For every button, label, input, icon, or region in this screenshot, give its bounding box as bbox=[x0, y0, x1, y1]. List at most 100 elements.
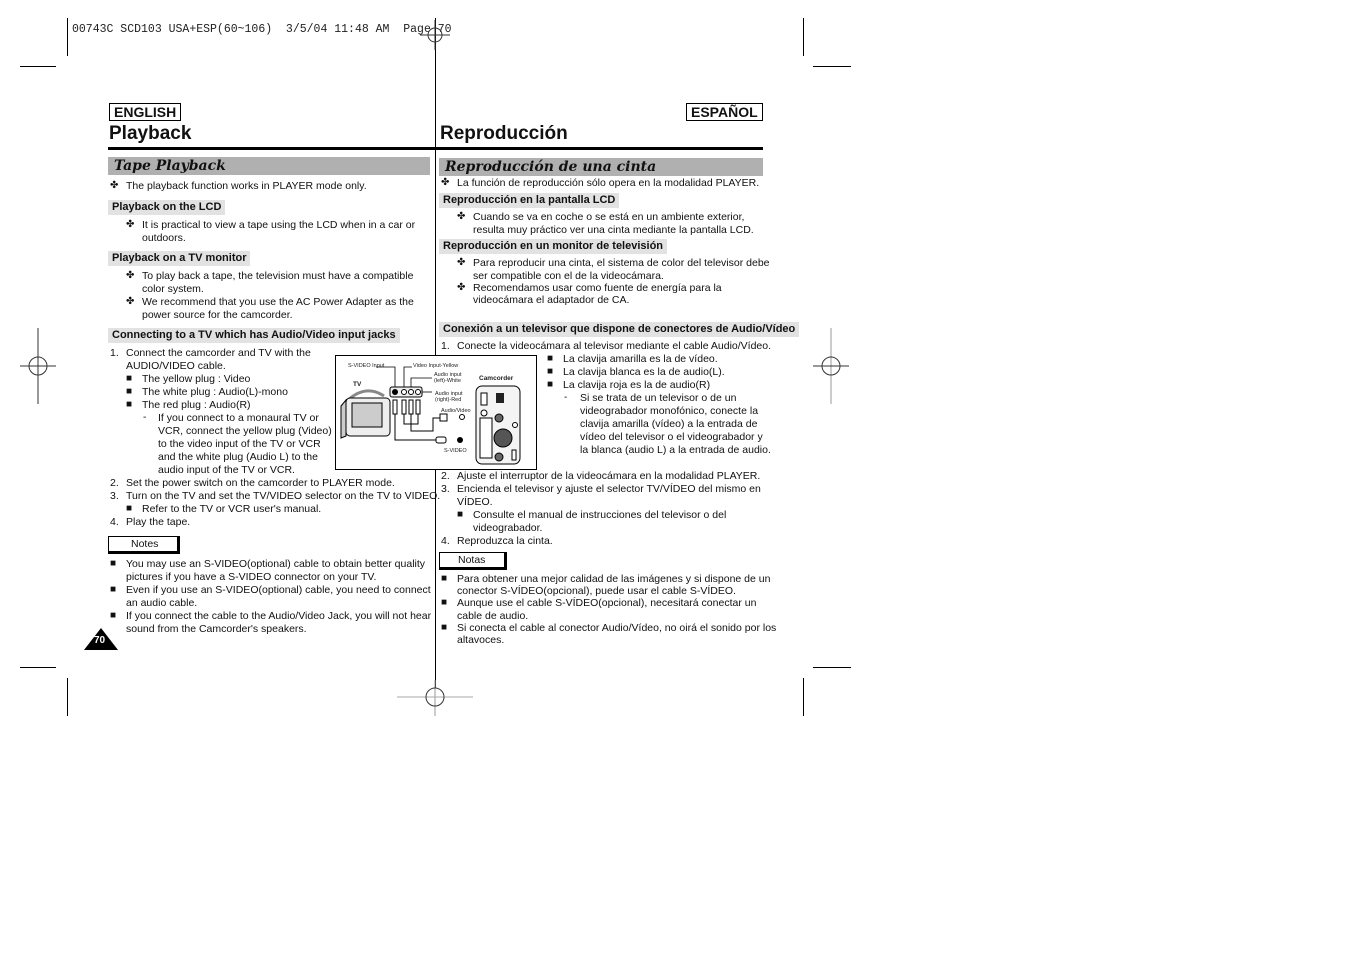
mono-note: Si se trata de un televisor o de un bbox=[580, 392, 737, 404]
body-text: Cuando se va en coche o se está en un am… bbox=[473, 211, 745, 223]
mono-note: la blanca (audio L) a la entrada de audi… bbox=[580, 444, 771, 456]
intro-text: La función de reproducción sólo opera en… bbox=[457, 177, 760, 189]
svideo-label: S-VIDEO bbox=[444, 448, 467, 454]
square-bullet-icon: ■ bbox=[547, 353, 554, 364]
note-text: If you connect the cable to the Audio/Vi… bbox=[126, 610, 432, 622]
section-title-espanol: Reproducción de una cinta bbox=[439, 158, 763, 176]
square-bullet-icon: ■ bbox=[110, 558, 117, 569]
step-number: 2. bbox=[441, 470, 450, 482]
svideo-jack-icon bbox=[392, 389, 398, 395]
square-bullet-icon: ■ bbox=[547, 366, 554, 377]
mono-note: If you connect to a monaural TV or bbox=[158, 412, 319, 424]
step-text: Connect the camcorder and TV with the bbox=[126, 347, 311, 359]
crop-mark bbox=[813, 66, 851, 67]
mono-note: videograbador monofónico, conecte la bbox=[580, 405, 759, 417]
tv-icon bbox=[340, 389, 391, 439]
subsection-title: Conexión a un televisor que dispone de c… bbox=[439, 322, 800, 337]
audio-left-label: Audio input (left)-White bbox=[434, 372, 462, 384]
mono-note: audio input of the TV or VCR. bbox=[158, 464, 295, 476]
registration-mark-icon bbox=[420, 20, 450, 50]
step-text: VÍDEO. bbox=[457, 496, 493, 508]
connection-diagram: S-VIDEO Input Video Input-Yellow Audio i… bbox=[335, 355, 537, 470]
note-text: Si conecta el cable al conector Audio/Ví… bbox=[457, 622, 777, 634]
page-title-english: Playback bbox=[109, 123, 192, 144]
registration-mark-icon bbox=[20, 328, 56, 404]
tv-label: TV bbox=[353, 381, 362, 388]
body-text: color system. bbox=[142, 283, 204, 295]
step-number: 4. bbox=[441, 535, 450, 547]
note-text: You may use an S-VIDEO(optional) cable t… bbox=[126, 558, 426, 570]
page-title-espanol: Reproducción bbox=[440, 123, 568, 144]
body-text: We recommend that you use the AC Power A… bbox=[142, 296, 414, 308]
svideo-connector-icon bbox=[457, 437, 463, 443]
cross-bullet-icon: ✤ bbox=[441, 177, 450, 188]
note-text: altavoces. bbox=[457, 634, 505, 646]
print-header: 00743C SCD103 USA+ESP(60~106) 3/5/04 11:… bbox=[72, 23, 452, 36]
body-text: To play back a tape, the television must… bbox=[142, 270, 414, 282]
cross-bullet-icon: ✤ bbox=[110, 180, 119, 191]
audio-right-line2: (right)-Red bbox=[435, 397, 462, 403]
svideo-input-label: S-VIDEO Input bbox=[348, 363, 385, 369]
registration-mark-icon bbox=[813, 328, 849, 404]
step-text: Play the tape. bbox=[126, 516, 191, 528]
plug-item: La clavija blanca es la de audio(L). bbox=[563, 366, 725, 378]
square-bullet-icon: ■ bbox=[110, 610, 117, 621]
square-bullet-icon: ■ bbox=[441, 573, 448, 584]
body-text: outdoors. bbox=[142, 232, 186, 244]
step-subtext: videograbador. bbox=[473, 522, 543, 534]
body-text: videocámara el adaptador de CA. bbox=[473, 294, 630, 306]
step-text: Encienda el televisor y ajuste el select… bbox=[457, 483, 761, 495]
plug-item: La clavija amarilla es la de vídeo. bbox=[563, 353, 718, 365]
crop-mark bbox=[20, 66, 56, 67]
mono-note: and the white plug (Audio L) to the bbox=[158, 451, 318, 463]
crop-mark bbox=[67, 678, 68, 716]
mono-note: VCR, connect the yellow plug (Video) bbox=[158, 425, 332, 437]
audio-left-line2: (left)-White bbox=[434, 378, 461, 384]
cross-bullet-icon: ✤ bbox=[126, 270, 135, 281]
subsection-title: Playback on the LCD bbox=[108, 200, 226, 215]
plug-item: The yellow plug : Video bbox=[142, 373, 251, 385]
crop-mark bbox=[20, 667, 56, 668]
cross-bullet-icon: ✤ bbox=[457, 282, 466, 293]
step-number: 3. bbox=[110, 490, 119, 502]
square-bullet-icon: ■ bbox=[441, 622, 448, 633]
note-text: an audio cable. bbox=[126, 597, 198, 609]
step-number: 1. bbox=[441, 340, 450, 352]
language-label-english: ENGLISH bbox=[109, 103, 182, 121]
crop-mark bbox=[67, 18, 68, 56]
note-text: sound from the Camcorder's speakers. bbox=[126, 623, 307, 635]
step-text: Ajuste el interruptor de la videocámara … bbox=[457, 470, 761, 482]
crop-mark bbox=[803, 678, 804, 716]
step-text: AUDIO/VIDEO cable. bbox=[126, 360, 226, 372]
plug-item: La clavija roja es la de audio(R) bbox=[563, 379, 711, 391]
square-bullet-icon: ■ bbox=[547, 379, 554, 390]
notes-label: Notes bbox=[108, 536, 180, 554]
square-bullet-icon: ■ bbox=[110, 584, 117, 595]
crop-mark bbox=[813, 667, 851, 668]
camcorder-label: Camcorder bbox=[479, 375, 514, 382]
audio-right-label: Audio input (right)-Red bbox=[435, 391, 463, 403]
intro-text: The playback function works in PLAYER mo… bbox=[126, 180, 367, 192]
subsection-title: Reproducción en un monitor de televisión bbox=[439, 239, 668, 254]
square-bullet-icon: ■ bbox=[126, 386, 133, 397]
note-text: pictures if you have a S-VIDEO connector… bbox=[126, 571, 377, 583]
square-bullet-icon: ■ bbox=[457, 509, 464, 520]
step-text: Turn on the TV and set the TV/VIDEO sele… bbox=[126, 490, 441, 502]
video-input-label: Video Input-Yellow bbox=[413, 363, 459, 369]
cross-bullet-icon: ✤ bbox=[126, 219, 135, 230]
step-text: Reproduzca la cinta. bbox=[457, 535, 553, 547]
title-rule bbox=[108, 147, 763, 150]
plug-item: The red plug : Audio(R) bbox=[142, 399, 251, 411]
step-text: Conecte la videocámara al televisor medi… bbox=[457, 340, 772, 352]
page-number-badge: 70 bbox=[84, 628, 118, 655]
mono-note: to the video input of the TV or VCR bbox=[158, 438, 321, 450]
mono-note: vídeo del televisor o el videograbador y bbox=[580, 431, 763, 443]
page-number: 70 bbox=[94, 635, 106, 646]
cross-bullet-icon: ✤ bbox=[457, 211, 466, 222]
body-text: resulta muy práctico ver una cinta media… bbox=[473, 224, 754, 236]
body-text: power source for the camcorder. bbox=[142, 309, 293, 321]
mono-note: clavija amarilla (vídeo) a la entrada de bbox=[580, 418, 758, 430]
body-text: It is practical to view a tape using the… bbox=[142, 219, 416, 231]
square-bullet-icon: ■ bbox=[126, 503, 133, 514]
center-fold-line bbox=[435, 18, 436, 688]
